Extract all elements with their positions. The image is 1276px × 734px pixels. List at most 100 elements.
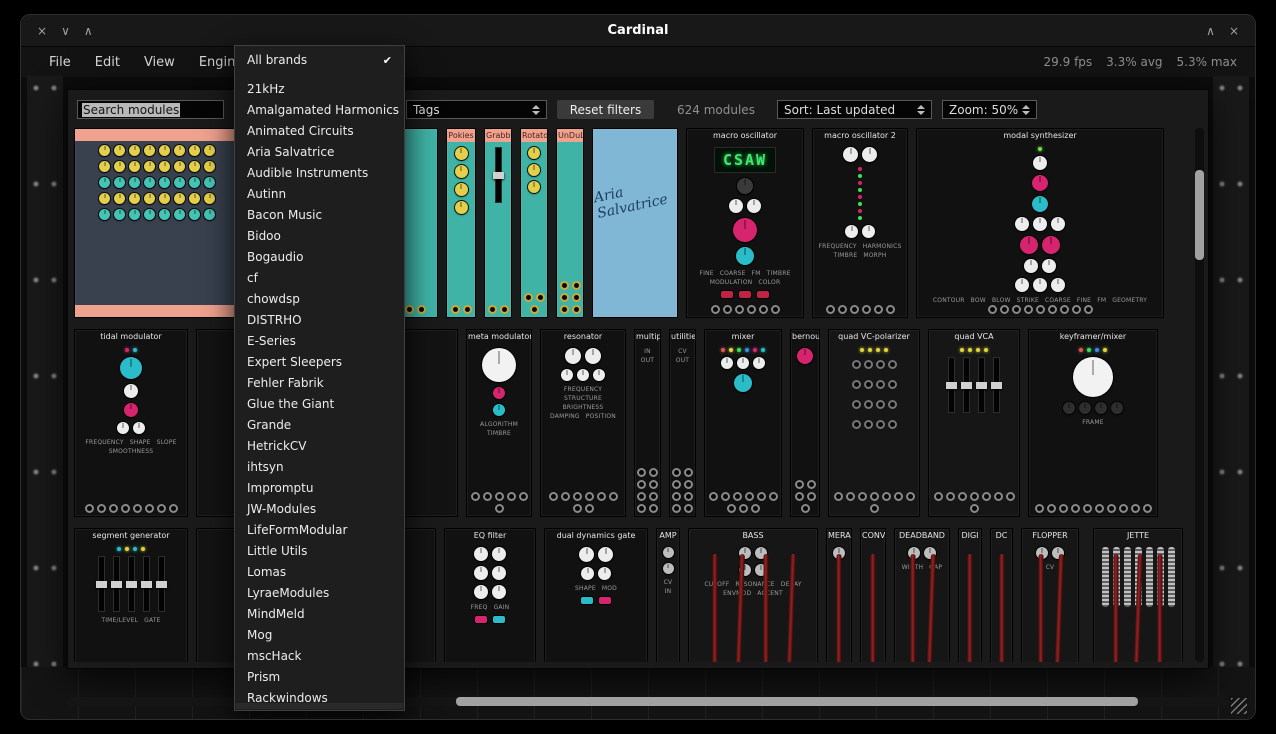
module-title: DIGI <box>959 529 981 542</box>
module-card-tidal-modulator[interactable]: tidal modulatorFREQUENCYSHAPESLOPESMOOTH… <box>74 329 188 517</box>
reset-filters-button[interactable]: Reset filters <box>557 100 654 119</box>
knob <box>159 177 170 188</box>
horizontal-scrollbar-thumb[interactable] <box>456 697 1138 706</box>
updown-arrows-icon <box>917 105 925 115</box>
menu-item-file[interactable]: File <box>37 52 83 73</box>
panel-label: FREQUENCY <box>818 243 856 250</box>
zoom-dropdown[interactable]: Zoom: 50% <box>942 100 1037 119</box>
module-card-grabby[interactable]: Grabby <box>484 128 512 318</box>
module-card-flopper[interactable]: FLOPPERCV <box>1021 528 1079 662</box>
module-card-quad-vc-polarizer[interactable]: quad VC-polarizer <box>828 329 920 517</box>
module-card-dc[interactable]: DC <box>990 528 1013 662</box>
slider <box>978 357 985 413</box>
module-card-mera[interactable]: MERA <box>826 528 852 662</box>
module-card-bernoulli-gate[interactable]: bernoulli gate <box>790 329 820 517</box>
brand-menu-item-lifeformmodular[interactable]: LifeFormModular <box>235 520 404 541</box>
panel-button <box>581 597 593 604</box>
module-title: bernoulli gate <box>791 330 819 343</box>
jack-port <box>1131 504 1140 513</box>
brand-menu-item-impromptu[interactable]: Impromptu <box>235 478 404 499</box>
menu-item-edit[interactable]: Edit <box>83 52 132 73</box>
brand-menu-item-audible-instruments[interactable]: Audible Instruments <box>235 163 404 184</box>
brand-menu-item-ihtsyn[interactable]: ihtsyn <box>235 457 404 478</box>
knob <box>159 193 170 204</box>
menu-item-view[interactable]: View <box>132 52 187 73</box>
menu-scroll-hint[interactable] <box>236 703 403 709</box>
brand-menu-item-animated-circuits[interactable]: Animated Circuits <box>235 121 404 142</box>
brand-menu-item-mschack[interactable]: mscHack <box>235 646 404 667</box>
window-shade-icon[interactable]: ∧ <box>1206 24 1215 38</box>
tags-dropdown[interactable]: Tags <box>406 100 547 119</box>
knob <box>204 177 215 188</box>
window-close-box-icon[interactable]: × <box>1229 24 1239 38</box>
port-row <box>670 465 695 516</box>
module-card-segment-generator[interactable]: segment generatorTIME/LEVELGATE <box>74 528 188 662</box>
module-card-digi[interactable]: DIGI <box>958 528 982 662</box>
module-card-utilities[interactable]: utilitiesCVOUT <box>669 329 696 517</box>
module-card-macro-oscillator[interactable]: macro oscillatorCSAWFINECOARSEFMTIMBREMO… <box>686 128 804 318</box>
brand-menu-item-mog[interactable]: Mog <box>235 625 404 646</box>
brand-menu-item-glue-the-giant[interactable]: Glue the Giant <box>235 394 404 415</box>
jack-port <box>876 380 885 389</box>
zoom-dropdown-label: Zoom: 50% <box>949 103 1018 117</box>
module-card-amp[interactable]: AMPCVIN <box>656 528 680 662</box>
sort-dropdown[interactable]: Sort: Last updated <box>777 100 932 119</box>
vertical-scrollbar-thumb[interactable] <box>1195 170 1204 260</box>
module-card-multiples[interactable]: multiplesINOUT <box>634 329 661 517</box>
brand-menu-item-mindmeld[interactable]: MindMeld <box>235 604 404 625</box>
module-card-unnamed[interactable]: Aria Salvatrice <box>592 128 678 318</box>
brand-menu-item-chowdsp[interactable]: chowdsp <box>235 289 404 310</box>
module-card-undular[interactable]: UnDuLaR <box>556 128 584 318</box>
rack-rail-left <box>27 76 63 705</box>
lcd-display: CSAW <box>714 147 776 173</box>
module-card-macro-oscillator-2[interactable]: macro oscillator 2FREQUENCYHARMONICSTIMB… <box>812 128 908 318</box>
module-card-eq-filter[interactable]: EQ filterFREQGAIN <box>444 528 536 662</box>
knob <box>144 145 155 156</box>
brand-menu-item-bidoo[interactable]: Bidoo <box>235 226 404 247</box>
module-card-bass[interactable]: BASSCUTOFFRESONANCEDECAYENVMODACCENT <box>688 528 818 662</box>
chevron-up-icon[interactable]: ∧ <box>84 24 93 38</box>
brand-menu-item-expert-sleepers[interactable]: Expert Sleepers <box>235 352 404 373</box>
brand-menu-item-e-series[interactable]: E-Series <box>235 331 404 352</box>
module-card-conv[interactable]: CONV <box>860 528 886 662</box>
module-title: macro oscillator 2 <box>813 129 907 142</box>
search-input[interactable]: Search modules <box>77 100 224 119</box>
module-card-deadband[interactable]: DEADBANDWIDTHGAP <box>894 528 950 662</box>
brand-menu-item-jw-modules[interactable]: JW-Modules <box>235 499 404 520</box>
port-row <box>557 278 583 317</box>
brand-menu-item-aria-salvatrice[interactable]: Aria Salvatrice <box>235 142 404 163</box>
module-card-rotatoes[interactable]: Rotatoes <box>520 128 548 318</box>
brand-menu-item-grande[interactable]: Grande <box>235 415 404 436</box>
module-card-mixer[interactable]: mixer <box>704 329 782 517</box>
jack-port <box>807 480 816 489</box>
brand-menu-item-hetrickcv[interactable]: HetrickCV <box>235 436 404 457</box>
brand-menu-item-amalgamated-harmonics[interactable]: Amalgamated Harmonics <box>235 100 404 121</box>
module-card-jette[interactable]: JETTE <box>1093 528 1183 662</box>
resize-grip[interactable] <box>1231 698 1247 714</box>
module-card-meta-modulator[interactable]: meta modulatorALGORITHMTIMBRE <box>466 329 532 517</box>
module-card-unnamed[interactable] <box>74 128 240 318</box>
window-close-icon[interactable]: × <box>37 24 47 38</box>
brand-menu-item-autinn[interactable]: Autinn <box>235 184 404 205</box>
port-row <box>75 501 187 516</box>
brand-menu-item-21khz[interactable]: 21kHz <box>235 79 404 100</box>
brand-menu-item-little-utils[interactable]: Little Utils <box>235 541 404 562</box>
brand-menu-item-bogaudio[interactable]: Bogaudio <box>235 247 404 268</box>
knob <box>1051 278 1065 292</box>
brand-menu-item-bacon-music[interactable]: Bacon Music <box>235 205 404 226</box>
brand-menu-item-all-brands[interactable]: All brands ✔ <box>235 50 404 71</box>
brand-menu-item-distrho[interactable]: DISTRHO <box>235 310 404 331</box>
module-card-modal-synthesizer[interactable]: modal synthesizerCONTOURBOWBLOWSTRIKECOA… <box>916 128 1164 318</box>
brand-menu-item-fehler-fabrik[interactable]: Fehler Fabrik <box>235 373 404 394</box>
brand-menu-item-lomas[interactable]: Lomas <box>235 562 404 583</box>
vertical-scrollbar[interactable] <box>1195 128 1204 662</box>
chevron-down-icon[interactable]: ∨ <box>61 24 70 38</box>
brand-menu-item-cf[interactable]: cf <box>235 268 404 289</box>
module-card-dual-dynamics-gate[interactable]: dual dynamics gateSHAPEMOD <box>544 528 648 662</box>
module-card-quad-vca[interactable]: quad VCA <box>928 329 1020 517</box>
module-card-pokies[interactable]: Pokies <box>446 128 476 318</box>
module-card-keyframer-mixer[interactable]: keyframer/mixerFRAME <box>1028 329 1158 517</box>
brand-menu-item-lyraemodules[interactable]: LyraeModules <box>235 583 404 604</box>
brand-menu-item-prism[interactable]: Prism <box>235 667 404 688</box>
module-card-resonator[interactable]: resonatorFREQUENCYSTRUCTUREBRIGHTNESSDAM… <box>540 329 626 517</box>
